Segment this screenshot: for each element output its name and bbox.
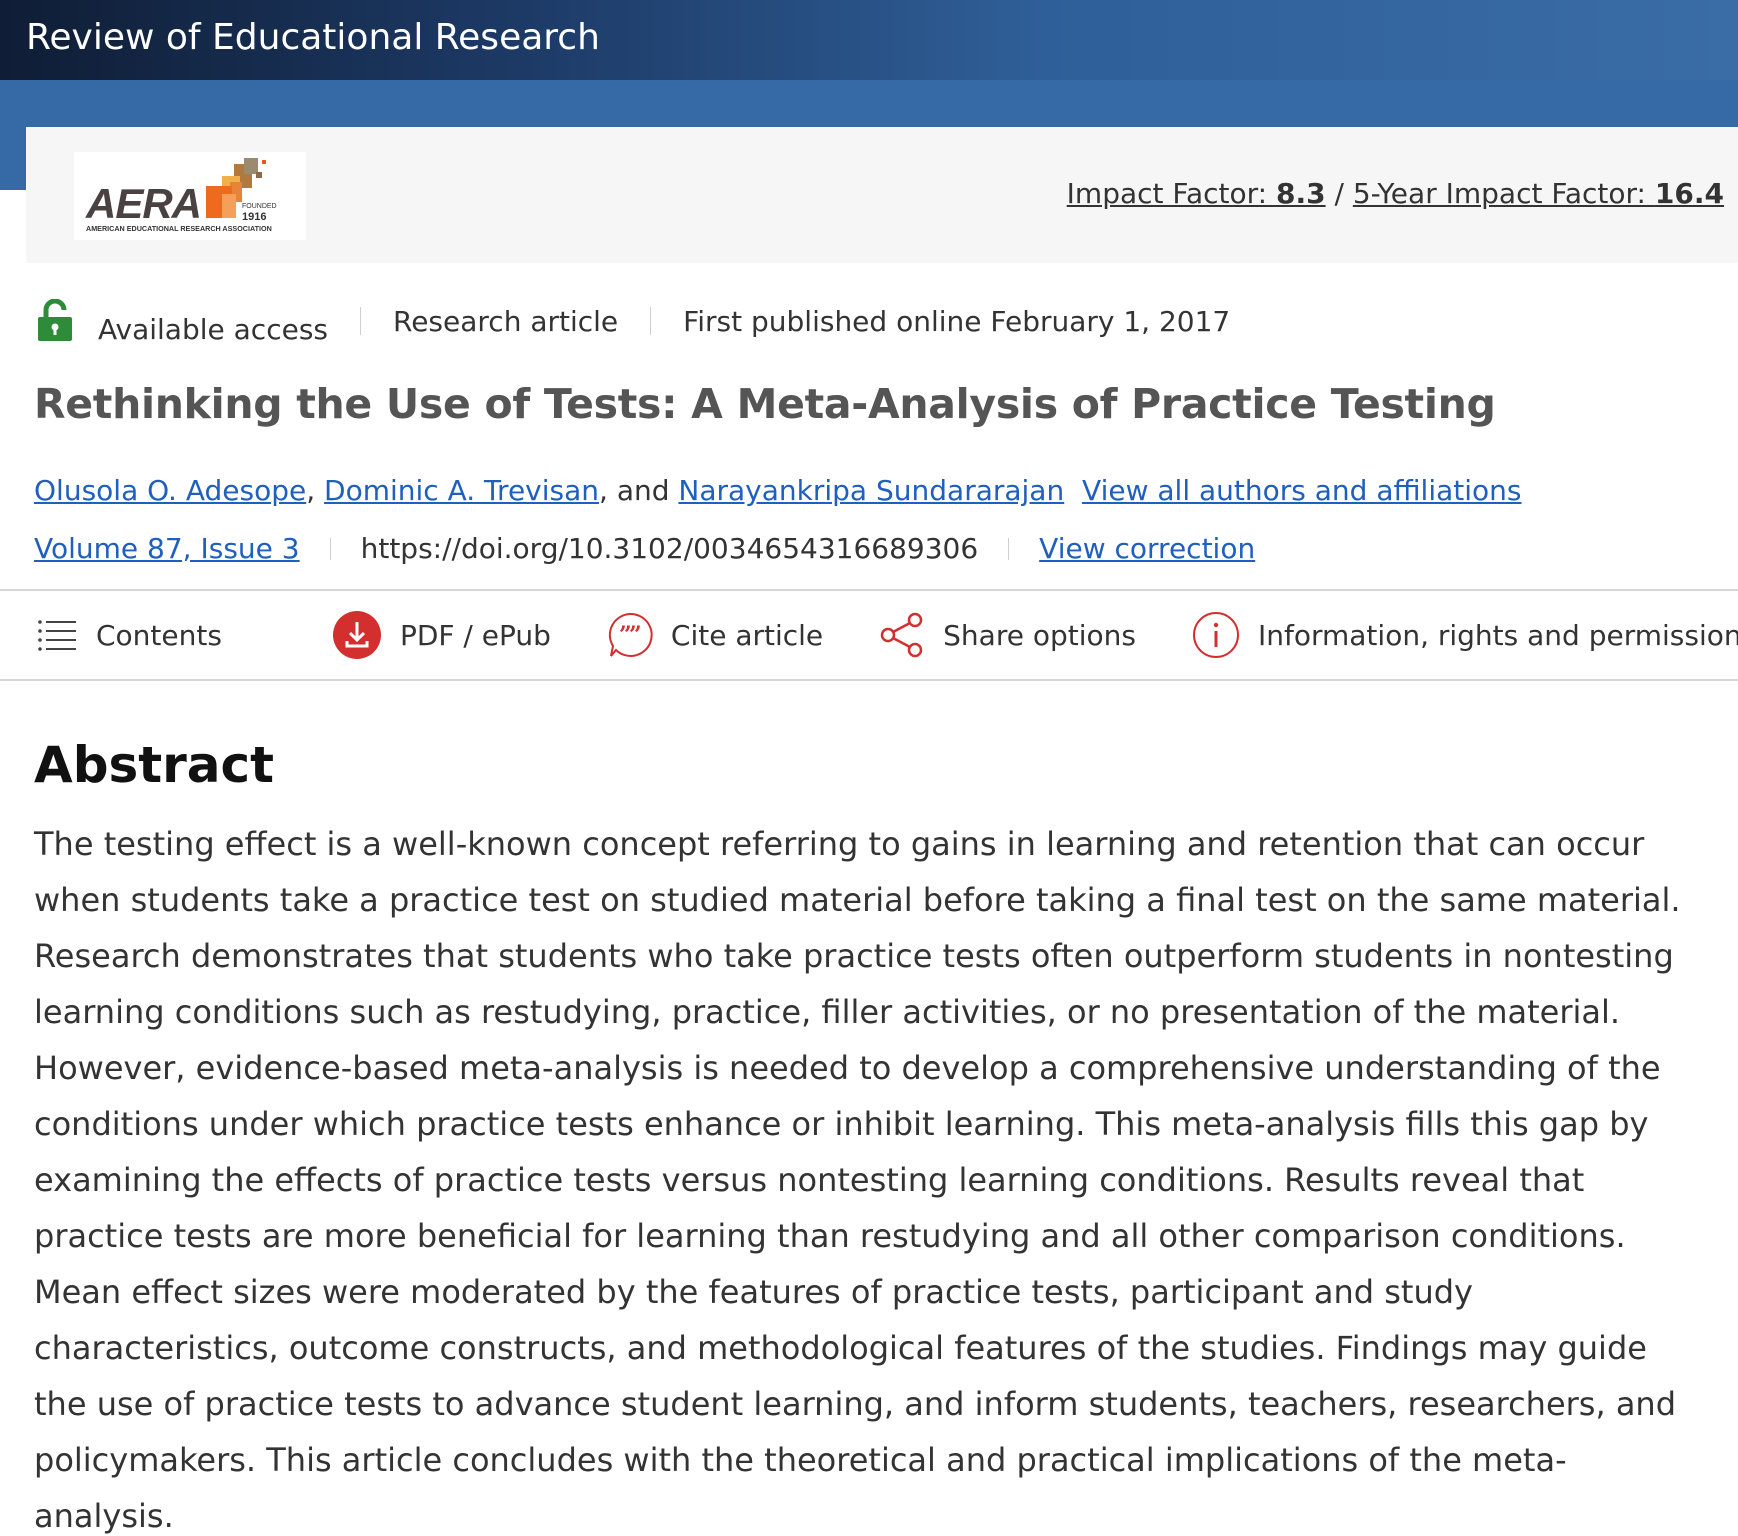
contents-button[interactable]: Contents: [38, 619, 222, 652]
divider: [360, 307, 361, 335]
author-link[interactable]: Dominic A. Trevisan: [324, 474, 599, 507]
article-toolbar: Contents PDF / ePub ” ” Cite article Sha…: [0, 589, 1738, 681]
five-year-impact-link[interactable]: 5-Year Impact Factor: 16.4: [1353, 177, 1724, 210]
journal-header: Review of Educational Research: [0, 0, 1738, 80]
abstract-text: The testing effect is a well-known conce…: [34, 825, 1681, 1535]
view-correction-link[interactable]: View correction: [1039, 532, 1255, 565]
quote-icon: ” ”: [608, 612, 653, 657]
article-meta: Available access Research article First …: [36, 296, 1230, 346]
svg-text:”: ”: [629, 622, 642, 648]
access-status: Available access: [98, 312, 328, 346]
impact-factor-link[interactable]: Impact Factor: 8.3: [1067, 177, 1326, 210]
publish-date: First published online February 1, 2017: [683, 304, 1231, 338]
svg-text:FOUNDED: FOUNDED: [242, 203, 277, 210]
download-icon: [332, 611, 381, 659]
citation-row: Volume 87, Issue 3 https://doi.org/10.31…: [34, 532, 1255, 565]
volume-issue-link[interactable]: Volume 87, Issue 3: [34, 532, 300, 565]
view-all-authors-link[interactable]: View all authors and affiliations: [1082, 474, 1521, 507]
info-icon: [1192, 612, 1239, 658]
author-link[interactable]: Olusola O. Adesope: [34, 474, 306, 507]
divider: [1008, 537, 1010, 560]
svg-text:AERA: AERA: [85, 180, 201, 227]
brand-panel: AERA FOUNDED 1916 AMERICAN EDUCATIONAL R…: [26, 127, 1738, 263]
journal-title[interactable]: Review of Educational Research: [26, 14, 600, 62]
article-type: Research article: [393, 304, 619, 338]
information-button[interactable]: Information, rights and permissions: [1192, 611, 1738, 659]
doi[interactable]: https://doi.org/10.3102/0034654316689306: [361, 532, 979, 565]
cite-article-button[interactable]: ” ” Cite article: [607, 612, 823, 658]
author-link[interactable]: Narayankripa Sundararajan: [678, 474, 1064, 507]
article-title: Rethinking the Use of Tests: A Meta-Anal…: [34, 380, 1496, 428]
svg-text:AMERICAN EDUCATIONAL RESEARCH: AMERICAN EDUCATIONAL RESEARCH ASSOCIATIO…: [86, 224, 272, 233]
divider: [329, 537, 331, 560]
share-options-button[interactable]: Share options: [879, 612, 1136, 658]
abstract-heading: Abstract: [34, 736, 275, 794]
aera-logo-mark: AERA FOUNDED 1916 AMERICAN EDUCATIONAL R…: [85, 158, 277, 233]
pdf-epub-button[interactable]: PDF / ePub: [332, 610, 551, 660]
svg-text:1916: 1916: [242, 211, 266, 223]
impact-factor: Impact Factor: 8.3 / 5-Year Impact Facto…: [1066, 177, 1724, 210]
unlocked-lock-icon: [38, 299, 72, 341]
author-list: Olusola O. Adesope, Dominic A. Trevisan,…: [34, 474, 1522, 507]
share-icon: [880, 612, 923, 658]
divider: [650, 307, 652, 335]
list-icon: [38, 620, 76, 651]
aera-logo[interactable]: AERA FOUNDED 1916 AMERICAN EDUCATIONAL R…: [74, 152, 306, 240]
